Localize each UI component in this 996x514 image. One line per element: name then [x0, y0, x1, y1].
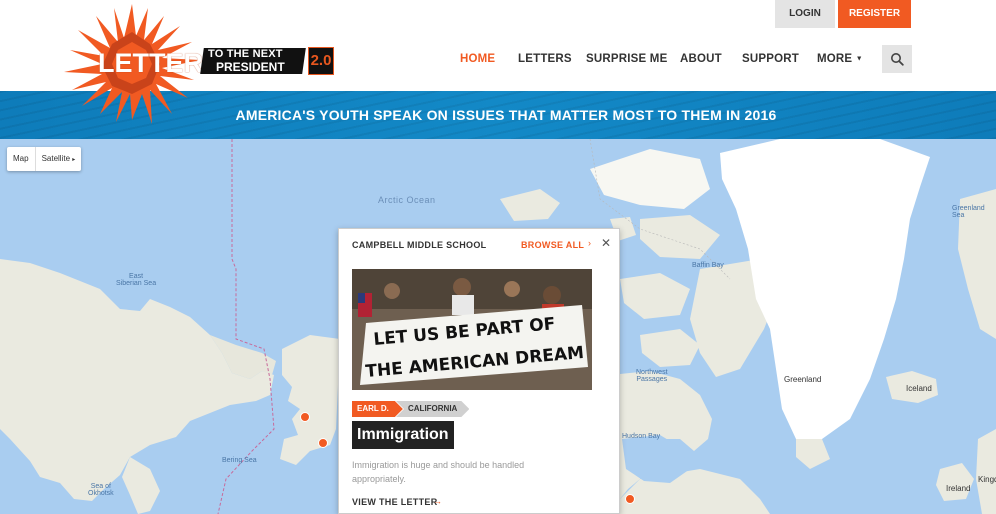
- state-tag[interactable]: CALIFORNIA: [396, 401, 469, 417]
- caret-right-icon: ▸: [72, 157, 76, 163]
- label-iceland: Iceland: [906, 384, 932, 393]
- label-northwest-passages: Northwest Passages: [636, 369, 668, 383]
- letter-marker[interactable]: [300, 412, 310, 422]
- site-logo[interactable]: LETTERS TO THE NEXT PRESIDENT 2.0: [62, 2, 338, 126]
- protest-photo-graphic: LET US BE PART OF THE AMERICAN DREAM: [352, 269, 592, 390]
- browse-all-link[interactable]: BROWSE ALL: [521, 240, 584, 250]
- nav-surprise-me[interactable]: SURPRISE ME: [586, 53, 667, 65]
- register-button[interactable]: REGISTER: [838, 0, 911, 28]
- label-bering-sea: Bering Sea: [222, 457, 257, 464]
- nav-about[interactable]: ABOUT: [680, 53, 722, 65]
- view-letter-link[interactable]: VIEW THE LETTER: [352, 497, 438, 507]
- arrow-right-icon: →: [433, 496, 442, 506]
- nav-home[interactable]: HOME: [460, 53, 495, 65]
- site-header: LETTERS TO THE NEXT PRESIDENT 2.0 LOGIN …: [0, 0, 996, 124]
- label-united-kingdom: Kingd: [978, 475, 996, 484]
- popup-school-name: CAMPBELL MIDDLE SCHOOL: [352, 240, 487, 250]
- label-baffin-bay: Baffin Bay: [692, 262, 724, 269]
- nav-more-label: MORE: [817, 53, 853, 65]
- map-type-control: Map Satellite ▸: [7, 147, 82, 171]
- close-icon[interactable]: ✕: [601, 236, 611, 250]
- search-icon: [891, 53, 904, 66]
- logo-line2: PRESIDENT: [216, 60, 285, 74]
- label-greenland: Greenland: [784, 375, 822, 384]
- nav-support[interactable]: SUPPORT: [742, 53, 799, 65]
- label-greenland-sea: Greenland Sea: [952, 205, 985, 219]
- letter-marker[interactable]: [318, 438, 328, 448]
- logo-version: 2.0: [308, 47, 334, 75]
- logo-line1: TO THE NEXT: [208, 48, 283, 60]
- arrow-right-icon: ›: [588, 238, 591, 248]
- caret-down-icon: ▼: [855, 55, 863, 63]
- label-ireland: Ireland: [946, 484, 971, 493]
- map-type-map-button[interactable]: Map: [7, 147, 35, 171]
- label-east-siberian-sea: East Siberian Sea: [116, 273, 157, 287]
- map-type-satellite-button[interactable]: Satellite ▸: [34, 147, 82, 171]
- search-button[interactable]: [882, 45, 912, 73]
- label-sea-of-okhotsk: Sea of Okhotsk: [88, 483, 114, 497]
- login-button[interactable]: LOGIN: [775, 0, 835, 28]
- nav-more[interactable]: MORE ▼: [817, 53, 863, 65]
- topic-heading: Immigration: [352, 421, 454, 449]
- letter-photo: LET US BE PART OF THE AMERICAN DREAM: [352, 269, 592, 390]
- label-hudson-bay: Hudson Bay: [622, 433, 661, 440]
- letter-popup: CAMPBELL MIDDLE SCHOOL BROWSE ALL › ✕ LE…: [338, 228, 620, 514]
- label-arctic-ocean: Arctic Ocean: [378, 195, 436, 205]
- satellite-label: Satellite: [41, 154, 71, 163]
- letter-excerpt: Immigration is huge and should be handle…: [352, 460, 525, 484]
- author-tag[interactable]: EARL D.: [352, 401, 403, 417]
- nav-letters[interactable]: LETTERS: [518, 53, 572, 65]
- letter-marker[interactable]: [625, 494, 635, 504]
